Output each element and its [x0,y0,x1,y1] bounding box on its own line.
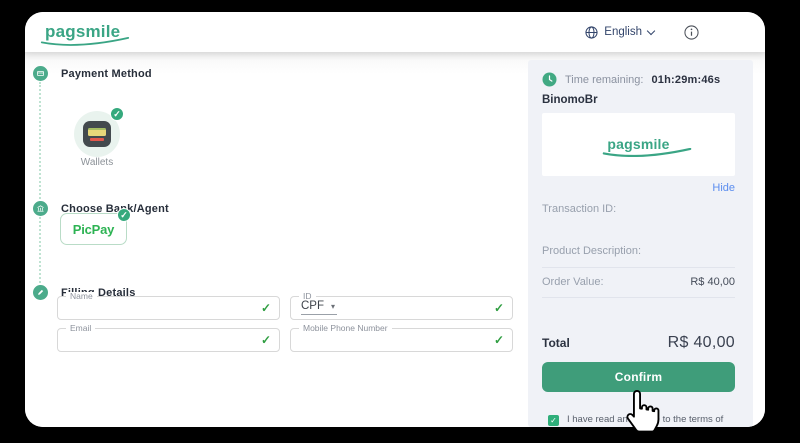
page-background: pagsmile English [0,0,800,443]
picpay-selected-check-icon: ✓ [117,208,131,222]
details-form: Name ✓ ID CPF ▾ ✓ Email [57,296,513,352]
merchant-name: BinomoBr [542,94,735,106]
edit-step-icon [33,285,48,300]
time-remaining-value: 01h:29m:46s [651,74,720,86]
pagsmile-logo-small: pagsmile [607,137,669,152]
order-value-label: Order Value: [542,276,604,288]
bank-step-icon [33,201,48,216]
info-icon [684,25,699,40]
time-remaining-label: Time remaining: [565,74,643,86]
globe-icon [585,26,598,39]
terms-text: I have read and agree to the terms of us… [567,414,735,427]
wallets-label: Wallets [74,157,120,168]
picpay-logo: PicPay [73,222,114,237]
chevron-down-icon [647,26,655,34]
name-field[interactable]: Name ✓ [57,296,280,320]
payment-method-step-icon [33,66,48,81]
confirm-button[interactable]: Confirm [542,362,735,392]
order-value: R$ 40,00 [690,276,735,288]
terms-row: ✓ I have read and agree to the terms of … [542,414,735,427]
id-valid-check-icon: ✓ [494,301,504,315]
content-area: Payment Method ✓ Wallets [25,52,765,427]
steps-pane: Payment Method ✓ Wallets [25,52,528,427]
select-arrow-icon: ▾ [331,302,335,311]
step-connector-line [39,82,41,294]
header-controls: English [585,25,699,40]
product-description-label: Product Description: [542,245,735,268]
phone-valid-check-icon: ✓ [494,333,504,347]
email-valid-check-icon: ✓ [261,333,271,347]
time-remaining-row: Time remaining: 01h:29m:46s [542,72,735,87]
language-label: English [604,26,642,38]
transaction-id-label: Transaction ID: [542,203,735,215]
hide-link[interactable]: Hide [712,182,735,194]
email-input[interactable] [66,331,253,349]
card-icon [36,69,45,78]
bank-icon [36,204,45,213]
wallet-glyph [83,121,111,147]
language-selector[interactable]: English [585,26,654,39]
wallets-option[interactable]: ✓ [74,111,120,157]
phone-input[interactable] [299,331,486,349]
name-valid-check-icon: ✓ [261,301,271,315]
name-input[interactable] [66,299,253,317]
header: pagsmile English [25,12,765,52]
logo-swoosh [40,37,130,46]
total-row: Total R$ 40,00 [542,334,735,352]
picpay-option[interactable]: PicPay ✓ [60,213,127,245]
order-value-row: Order Value: R$ 40,00 [542,276,735,298]
info-button[interactable] [684,25,699,40]
wallet-card-stripe [88,128,106,136]
total-label: Total [542,336,570,350]
clock-icon [542,72,557,87]
step-title: Payment Method [61,68,152,80]
phone-field[interactable]: Mobile Phone Number ✓ [290,328,513,352]
terms-checkbox[interactable]: ✓ [548,415,559,426]
id-type-value: CPF [301,300,324,312]
merchant-logo-box: pagsmile [542,113,735,176]
wallets-selected-check-icon: ✓ [110,107,124,121]
pagsmile-logo: pagsmile [45,23,120,41]
id-type-select[interactable]: CPF ▾ [301,300,337,315]
order-summary-panel: Time remaining: 01h:29m:46s BinomoBr pag… [528,60,753,427]
hide-row: Hide [542,182,735,194]
id-field[interactable]: ID CPF ▾ ✓ [290,296,513,320]
logo-swoosh-small [602,148,692,157]
checkout-card: pagsmile English [25,12,765,427]
email-field[interactable]: Email ✓ [57,328,280,352]
pencil-icon [36,288,45,297]
total-value: R$ 40,00 [668,334,735,352]
wallet-red-stripe [90,138,104,141]
step-payment-method: Payment Method [33,66,152,81]
